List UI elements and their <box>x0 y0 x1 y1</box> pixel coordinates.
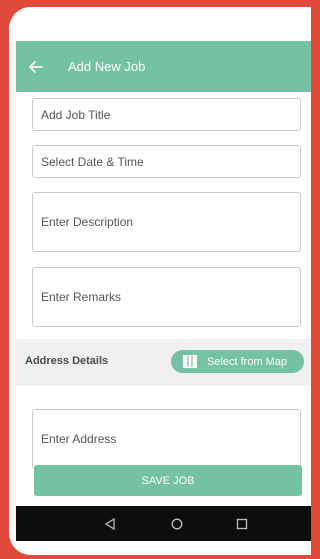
nav-back-button[interactable] <box>100 514 120 534</box>
phone-top-bezel <box>9 7 311 41</box>
app-screen: Add New Job Add Job Title Select Date & … <box>16 41 311 506</box>
address-field[interactable]: Enter Address <box>32 409 301 469</box>
android-nav-bar <box>16 506 311 541</box>
recents-square-icon <box>236 518 248 530</box>
back-button[interactable] <box>16 41 56 92</box>
back-triangle-icon <box>104 518 115 530</box>
address-section-label: Address Details <box>25 355 109 367</box>
save-job-label: SAVE JOB <box>141 474 195 487</box>
description-placeholder: Enter Description <box>41 215 134 229</box>
job-title-field[interactable]: Add Job Title <box>32 98 301 131</box>
nav-recents-button[interactable] <box>232 514 252 534</box>
remarks-field[interactable]: Enter Remarks <box>32 267 301 327</box>
arrow-left-icon <box>29 60 43 73</box>
save-job-button[interactable]: SAVE JOB <box>34 465 302 496</box>
phone-frame: Add New Job Add Job Title Select Date & … <box>9 7 311 555</box>
remarks-placeholder: Enter Remarks <box>41 290 122 304</box>
select-from-map-button[interactable]: Select from Map <box>171 350 304 373</box>
app-bar: Add New Job <box>16 41 311 92</box>
job-title-placeholder: Add Job Title <box>41 107 111 122</box>
page-title: Add New Job <box>68 59 146 74</box>
phone-bottom-bezel <box>9 541 311 555</box>
date-time-field[interactable]: Select Date & Time <box>32 145 301 178</box>
nav-home-button[interactable] <box>167 514 187 534</box>
address-section-header: Address Details Select from Map <box>16 339 311 386</box>
home-circle-icon <box>171 518 183 530</box>
description-field[interactable]: Enter Description <box>32 192 301 252</box>
address-placeholder: Enter Address <box>41 432 117 446</box>
date-time-placeholder: Select Date & Time <box>41 154 144 169</box>
select-from-map-label: Select from Map <box>207 355 288 368</box>
map-icon <box>183 355 197 369</box>
